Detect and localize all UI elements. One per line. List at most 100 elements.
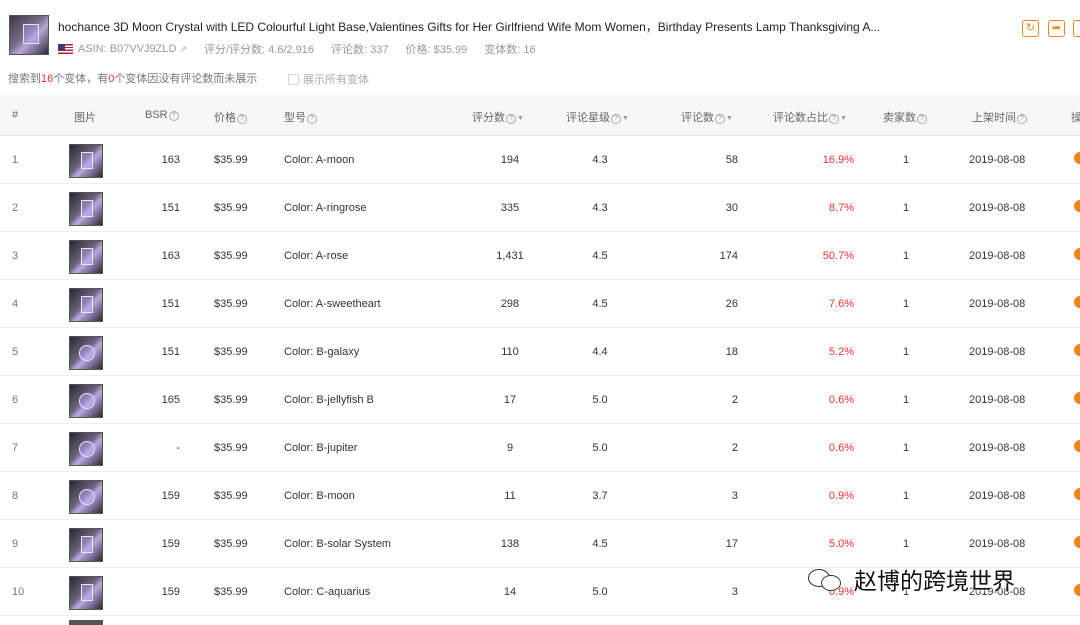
- checkbox-box[interactable]: [288, 73, 299, 85]
- model-value[interactable]: Color: A-rose: [284, 250, 348, 262]
- sellers-value: 1: [903, 490, 910, 502]
- review-count-value: 26: [725, 298, 738, 310]
- col-listed[interactable]: 上架时间?: [972, 109, 1027, 125]
- sellers-value: 1: [903, 250, 910, 262]
- model-value[interactable]: Color: A-sweetheart: [284, 298, 381, 310]
- price-value: $35.99: [214, 202, 248, 214]
- variant-image[interactable]: [69, 336, 103, 370]
- row-index: 1: [12, 154, 19, 166]
- variant-count-text: 变体数: 16: [484, 44, 536, 56]
- table-row[interactable]: 2 151 $35.99 Color: A-ringrose 335 4.3 30 8.7% 1…: [0, 184, 1080, 232]
- col-stars[interactable]: 评论星级? ▼: [566, 109, 629, 125]
- show-all-variants-checkbox[interactable]: 展示所有变体: [288, 71, 369, 87]
- row-index: 2: [12, 202, 19, 214]
- action-icon[interactable]: [1074, 248, 1080, 260]
- action-icon[interactable]: [1074, 392, 1080, 404]
- more-button[interactable]: [1073, 20, 1080, 37]
- table-row[interactable]: 6 165 $35.99 Color: B-jellyfish B 17 5.0 2 0.6%…: [0, 376, 1080, 424]
- rating-count-value: 335: [500, 202, 520, 214]
- sort-icon[interactable]: ▼: [517, 115, 524, 122]
- help-icon[interactable]: ?: [237, 114, 247, 124]
- variant-image[interactable]: [69, 288, 103, 322]
- sort-icon[interactable]: ▼: [622, 115, 629, 122]
- listed-date-value: 2019-08-08: [969, 298, 1026, 310]
- model-value[interactable]: Color: B-jellyfish B: [284, 394, 374, 406]
- product-meta: ASIN: B07VVJ9ZLD ↗ 评分/评分数: 4.6/2,916 评论数…: [58, 42, 536, 56]
- variant-image[interactable]: [69, 432, 103, 466]
- col-rating-count[interactable]: 评分数? ▼: [472, 109, 524, 125]
- refresh-icon[interactable]: ↻: [1022, 20, 1039, 37]
- sellers-value: 1: [903, 394, 910, 406]
- external-link-icon[interactable]: ↗: [179, 44, 187, 55]
- action-icon[interactable]: [1074, 344, 1080, 356]
- sort-icon[interactable]: ▼: [840, 115, 847, 122]
- action-icon[interactable]: [1074, 152, 1080, 164]
- listed-date-value: 2019-08-08: [969, 490, 1026, 502]
- price-value: $35.99: [214, 442, 248, 454]
- help-icon[interactable]: ?: [611, 114, 621, 124]
- variant-image[interactable]: [69, 384, 103, 418]
- variant-image[interactable]: [69, 576, 103, 610]
- help-icon[interactable]: ?: [307, 114, 317, 124]
- table-row[interactable]: 4 151 $35.99 Color: A-sweetheart 298 4.5 26 7.6…: [0, 280, 1080, 328]
- bsr-value: 163: [161, 154, 180, 166]
- row-index: 3: [12, 250, 19, 262]
- product-thumbnail[interactable]: [9, 15, 49, 55]
- variant-image[interactable]: [69, 528, 103, 562]
- stars-value: 5.0: [592, 394, 608, 406]
- listed-date-value: 2019-08-08: [969, 202, 1026, 214]
- sellers-value: 1: [903, 346, 910, 358]
- table-row[interactable]: 8 159 $35.99 Color: B-moon 11 3.7 3 0.9% 1 2019-0…: [0, 472, 1080, 520]
- table-row[interactable]: 3 163 $35.99 Color: A-rose 1,431 4.5 174 50.7% 1…: [0, 232, 1080, 280]
- action-icon[interactable]: [1074, 536, 1080, 548]
- help-icon[interactable]: ?: [829, 114, 839, 124]
- table-row[interactable]: 7 - $35.99 Color: B-jupiter 9 5.0 2 0.6% 1 2019-0…: [0, 424, 1080, 472]
- action-icon[interactable]: [1074, 296, 1080, 308]
- sort-icon[interactable]: ▼: [726, 115, 733, 122]
- model-value[interactable]: Color: B-moon: [284, 490, 355, 502]
- review-ratio-value: 0.6%: [828, 394, 854, 406]
- action-icon[interactable]: [1074, 488, 1080, 500]
- variant-image[interactable]: [69, 480, 103, 514]
- table-row[interactable]: 5 151 $35.99 Color: B-galaxy 110 4.4 18 5.2% 1 20…: [0, 328, 1080, 376]
- stars-value: 4.3: [592, 202, 608, 214]
- model-value[interactable]: Color: A-ringrose: [284, 202, 367, 214]
- review-ratio-value: 7.6%: [828, 298, 854, 310]
- model-value[interactable]: Color: B-solar System: [284, 538, 391, 550]
- table-row[interactable]: 9 159 $35.99 Color: B-solar System 138 4.5 17 5…: [0, 520, 1080, 568]
- price-value: $35.99: [214, 346, 248, 358]
- col-review-count[interactable]: 评论数? ▼: [681, 109, 733, 125]
- bsr-value: 159: [161, 538, 180, 550]
- col-sellers[interactable]: 卖家数?: [883, 109, 927, 125]
- model-value[interactable]: Color: C-aquarius: [284, 586, 370, 598]
- row-index: 6: [12, 394, 19, 406]
- asin-text[interactable]: ASIN: B07VVJ9ZLD: [78, 43, 176, 55]
- help-icon[interactable]: ?: [168, 111, 179, 121]
- variant-image[interactable]: [69, 144, 103, 178]
- col-model[interactable]: 型号?: [284, 109, 317, 125]
- col-review-ratio[interactable]: 评论数占比? ▼: [773, 109, 847, 125]
- action-icon[interactable]: [1074, 200, 1080, 212]
- watermark: 赵博的跨境世界: [808, 562, 1015, 596]
- variant-image[interactable]: [69, 240, 103, 274]
- table-row[interactable]: 1 163 $35.99 Color: A-moon 194 4.3 58 16.9% 1 201…: [0, 136, 1080, 184]
- model-value[interactable]: Color: A-moon: [284, 154, 354, 166]
- action-icon[interactable]: [1074, 440, 1080, 452]
- col-price[interactable]: 价格?: [214, 109, 247, 125]
- help-icon[interactable]: ?: [917, 114, 927, 124]
- model-value[interactable]: Color: B-galaxy: [284, 346, 359, 358]
- help-icon[interactable]: ?: [506, 114, 516, 124]
- col-bsr[interactable]: BSR?: [145, 109, 179, 121]
- product-title[interactable]: hochance 3D Moon Crystal with LED Colour…: [58, 18, 908, 35]
- help-icon[interactable]: ?: [715, 114, 725, 124]
- sellers-value: 1: [903, 154, 910, 166]
- stars-value: 4.5: [592, 250, 608, 262]
- action-icon[interactable]: [1074, 584, 1080, 596]
- share-icon[interactable]: ➦: [1048, 20, 1065, 37]
- variant-image[interactable]: [69, 192, 103, 226]
- review-ratio-value: 50.7%: [822, 250, 854, 262]
- help-icon[interactable]: ?: [1017, 114, 1027, 124]
- model-value[interactable]: Color: B-jupiter: [284, 442, 357, 454]
- review-count-value: 30: [725, 202, 738, 214]
- row-index: 9: [12, 538, 19, 550]
